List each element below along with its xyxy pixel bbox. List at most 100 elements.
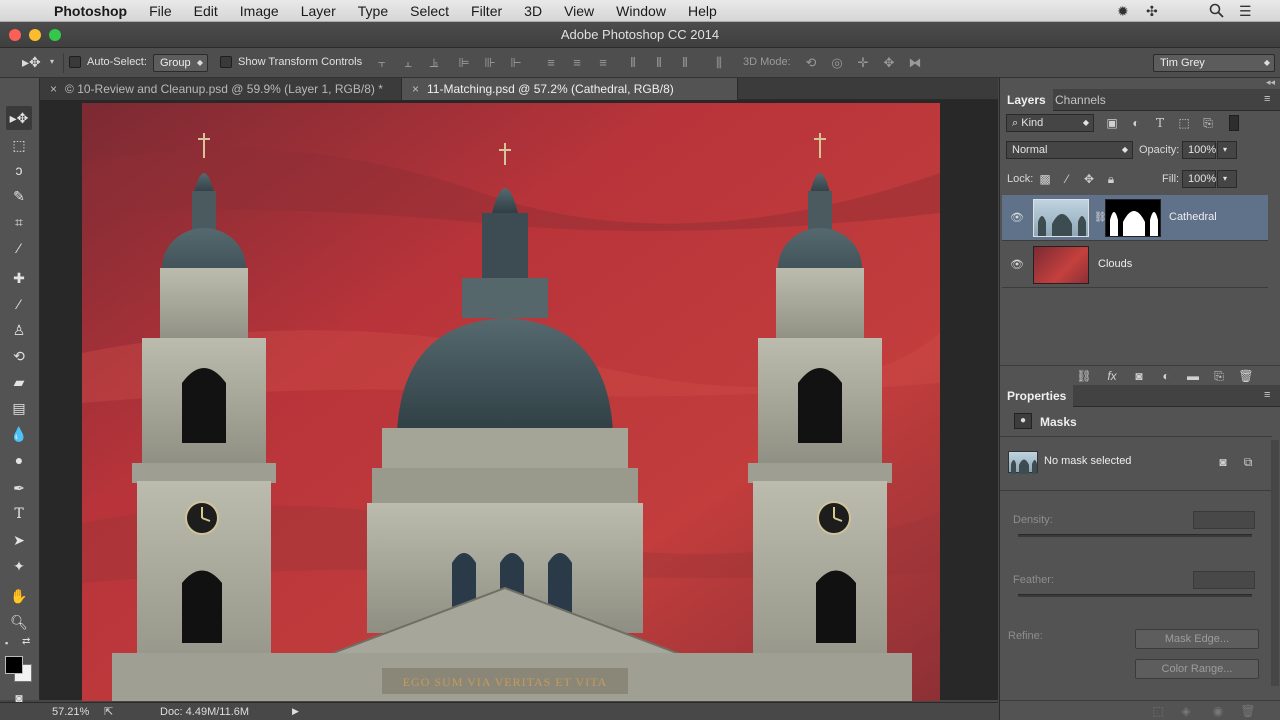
3d-roll-icon[interactable]: ◎	[828, 54, 846, 72]
toggle-mask-visibility-icon[interactable]: ◉	[1210, 703, 1226, 719]
new-adjustment-layer-icon[interactable]: ◐	[1158, 368, 1174, 384]
collapse-panels-icon[interactable]: ◂◂	[1266, 77, 1275, 88]
mask-edge-button[interactable]: Mask Edge...	[1135, 629, 1259, 649]
align-vertical-centers-icon[interactable]: ⫠	[399, 54, 417, 72]
filter-adjustment-layers-icon[interactable]: ◐	[1128, 115, 1144, 131]
extension-icon[interactable]: ✣	[1146, 3, 1158, 20]
close-window-button[interactable]	[9, 29, 21, 41]
dodge-tool-icon[interactable]: ●	[6, 448, 32, 472]
distribute-top-icon[interactable]: ≡	[542, 54, 560, 72]
tab-channels[interactable]: Channels	[1048, 89, 1113, 111]
layer-name[interactable]: Cathedral	[1169, 211, 1217, 223]
menu-filter[interactable]: Filter	[471, 3, 502, 19]
move-tool-preset-icon[interactable]: ▸✥	[22, 54, 41, 71]
crop-tool-icon[interactable]: ⌗	[6, 210, 32, 234]
visibility-eye-icon[interactable]: 👁︎	[1010, 211, 1024, 224]
menu-type[interactable]: Type	[358, 3, 388, 19]
blend-mode-dropdown[interactable]: Normal ◆	[1006, 141, 1133, 159]
path-selection-tool-icon[interactable]: ➤	[6, 528, 32, 552]
auto-select-checkbox[interactable]	[69, 56, 81, 68]
opacity-slider-toggle[interactable]: ▾	[1217, 141, 1237, 159]
close-tab-icon[interactable]: ×	[412, 82, 419, 96]
distribute-horizontal-centers-icon[interactable]: ⦀	[650, 54, 668, 72]
add-layer-mask-icon[interactable]: ◙	[1131, 368, 1147, 384]
app-menu[interactable]: Photoshop	[54, 3, 127, 19]
auto-select-target-dropdown[interactable]: Group ◆	[153, 54, 208, 72]
lock-transparent-pixels-icon[interactable]: ▩	[1037, 171, 1053, 187]
menu-select[interactable]: Select	[410, 3, 449, 19]
lock-image-pixels-icon[interactable]: ⁄	[1059, 171, 1075, 187]
brush-tool-icon[interactable]: ⁄	[6, 292, 32, 316]
menu-3d[interactable]: 3D	[524, 3, 542, 19]
zoom-level[interactable]: 57.21%	[52, 706, 89, 718]
align-top-edges-icon[interactable]: ⫟	[373, 54, 391, 72]
menu-view[interactable]: View	[564, 3, 594, 19]
menu-help[interactable]: Help	[688, 3, 717, 19]
layer-row-cathedral[interactable]: 👁︎ ⛓ Cathedral	[1002, 195, 1268, 241]
panel-menu-icon[interactable]: ≡	[1264, 93, 1270, 105]
swap-colors-icon[interactable]: ⇄	[22, 636, 30, 647]
quick-selection-tool-icon[interactable]: ✎	[6, 184, 32, 208]
filter-smart-objects-icon[interactable]: ⎘	[1200, 115, 1216, 131]
preset-dropdown-arrow-icon[interactable]: ▾	[50, 57, 54, 66]
eraser-tool-icon[interactable]: ▰	[6, 370, 32, 394]
add-vector-mask-icon[interactable]: ⧉	[1240, 454, 1256, 470]
spot-healing-brush-tool-icon[interactable]: ✚	[6, 266, 32, 290]
blur-tool-icon[interactable]: 💧	[6, 422, 32, 446]
apply-mask-icon[interactable]: ◈	[1178, 703, 1194, 719]
layer-style-fx-icon[interactable]: fx	[1104, 368, 1120, 384]
lock-all-icon[interactable]: 🔒︎	[1103, 171, 1119, 187]
minimize-window-button[interactable]	[29, 29, 41, 41]
lasso-tool-icon[interactable]: ↄ	[6, 158, 32, 182]
new-layer-icon[interactable]: ⎘	[1211, 368, 1227, 384]
rectangular-marquee-tool-icon[interactable]: ⬚	[6, 133, 32, 157]
custom-shape-tool-icon[interactable]: ✦	[6, 554, 32, 578]
align-left-edges-icon[interactable]: ⊫	[455, 54, 473, 72]
select-pixel-mask-icon[interactable]: ◙	[1215, 454, 1231, 470]
menu-layer[interactable]: Layer	[301, 3, 336, 19]
gradient-tool-icon[interactable]: ▤	[6, 396, 32, 420]
align-right-edges-icon[interactable]: ⊩	[507, 54, 525, 72]
status-menu-arrow-icon[interactable]: ▶	[292, 706, 299, 717]
load-selection-icon[interactable]: ⬚	[1150, 703, 1166, 719]
opacity-field[interactable]: 100%	[1182, 141, 1216, 159]
layer-thumbnail[interactable]	[1033, 199, 1089, 237]
align-bottom-edges-icon[interactable]: ⫡	[425, 54, 443, 72]
3d-slide-icon[interactable]: ✥	[880, 54, 898, 72]
filter-type-layers-icon[interactable]: T	[1152, 115, 1168, 131]
layer-row-clouds[interactable]: 👁︎ Clouds	[1002, 242, 1268, 288]
menu-window[interactable]: Window	[616, 3, 666, 19]
lock-position-icon[interactable]: ✥	[1081, 171, 1097, 187]
filter-shape-layers-icon[interactable]: ⬚	[1176, 115, 1192, 131]
distribute-vertical-centers-icon[interactable]: ≡	[568, 54, 586, 72]
distribute-bottom-icon[interactable]: ≡	[594, 54, 612, 72]
layer-filter-dropdown[interactable]: ⌕ Kind ◆	[1006, 114, 1094, 132]
document-tab-review[interactable]: × © 10-Review and Cleanup.psd @ 59.9% (La…	[40, 78, 402, 100]
notification-center-icon[interactable]: ☰	[1239, 3, 1252, 20]
filter-toggle-switch[interactable]	[1229, 115, 1239, 131]
document-tab-matching[interactable]: × 11-Matching.psd @ 57.2% (Cathedral, RGB…	[402, 78, 738, 100]
align-horizontal-centers-icon[interactable]: ⊪	[481, 54, 499, 72]
layer-mask-thumbnail[interactable]	[1105, 199, 1161, 237]
pen-tool-icon[interactable]: ✒	[6, 476, 32, 500]
menu-edit[interactable]: Edit	[194, 3, 218, 19]
tab-layers[interactable]: Layers	[1000, 89, 1053, 111]
distribute-right-icon[interactable]: ⦀	[676, 54, 694, 72]
workspace-switcher[interactable]: Tim Grey ◆	[1153, 54, 1275, 72]
eyedropper-tool-icon[interactable]: ⁄	[6, 236, 32, 260]
color-range-button[interactable]: Color Range...	[1135, 659, 1259, 679]
layer-name[interactable]: Clouds	[1098, 258, 1132, 270]
link-layers-icon[interactable]: ⛓	[1076, 368, 1092, 384]
3d-pan-icon[interactable]: ✛	[854, 54, 872, 72]
spotlight-search-icon[interactable]	[1209, 3, 1224, 21]
zoom-window-button[interactable]	[49, 29, 61, 41]
move-tool-icon[interactable]: ▸✥	[6, 106, 32, 130]
delete-mask-icon[interactable]: 🗑︎	[1240, 703, 1256, 719]
menu-image[interactable]: Image	[240, 3, 279, 19]
history-brush-tool-icon[interactable]: ⟲	[6, 344, 32, 368]
menu-file[interactable]: File	[149, 3, 172, 19]
type-tool-icon[interactable]: T	[6, 502, 32, 526]
new-group-icon[interactable]: ▬	[1185, 368, 1201, 384]
document-canvas[interactable]: EGO SUM VIA VERITAS ET VITA	[82, 103, 940, 701]
fill-field[interactable]: 100%	[1182, 170, 1216, 188]
